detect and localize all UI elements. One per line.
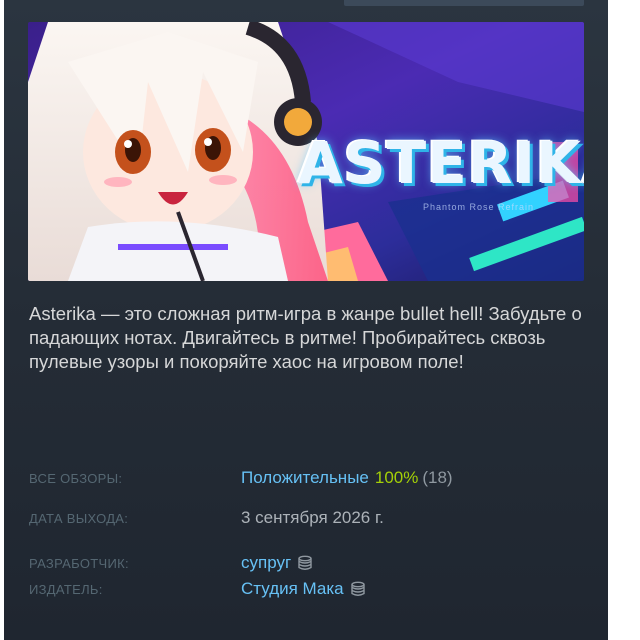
reviews-row: ВСЕ ОБЗОРЫ: Положительные 100% (18) (29, 467, 589, 489)
developer-row: РАЗРАБОТЧИК: супруг (29, 552, 589, 574)
game-logo-subtitle: Phantom Rose Refrain (423, 202, 535, 212)
game-info-panel: ASTERIKA Phantom Rose Refrain Asterika —… (4, 0, 608, 640)
publisher-label: ИЗДАТЕЛЬ: (29, 581, 103, 597)
release-value: 3 сентября 2026 г. (241, 508, 384, 528)
release-date: 3 сентября 2026 г. (241, 508, 384, 527)
developer-link[interactable]: супруг (241, 553, 291, 573)
coins-stack-icon (350, 581, 365, 596)
game-header-image[interactable]: ASTERIKA Phantom Rose Refrain (28, 22, 584, 281)
release-row: ДАТА ВЫХОДА: 3 сентября 2026 г. (29, 507, 589, 529)
reviews-count: (18) (422, 468, 453, 487)
coins-stack-icon (298, 555, 312, 570)
game-description: Asterika — это сложная ритм-игра в жанре… (29, 303, 582, 372)
reviews-label: ВСЕ ОБЗОРЫ: (29, 470, 123, 486)
publisher-value[interactable]: Студия Мака (241, 579, 366, 599)
reviews-summary[interactable]: Положительные (241, 468, 369, 488)
reviews-percent: 100% (374, 468, 419, 487)
game-logo-title: ASTERIKA (298, 129, 584, 197)
publisher-row: ИЗДАТЕЛЬ: Студия Мака (29, 578, 589, 600)
developer-label: РАЗРАБОТЧИК: (29, 555, 129, 571)
developer-value[interactable]: супруг (241, 553, 313, 573)
top-tab-edge (344, 0, 584, 6)
release-label: ДАТА ВЫХОДА: (29, 510, 129, 526)
reviews-value[interactable]: Положительные 100% (18) (241, 468, 453, 488)
publisher-link[interactable]: Студия Мака (241, 579, 344, 599)
